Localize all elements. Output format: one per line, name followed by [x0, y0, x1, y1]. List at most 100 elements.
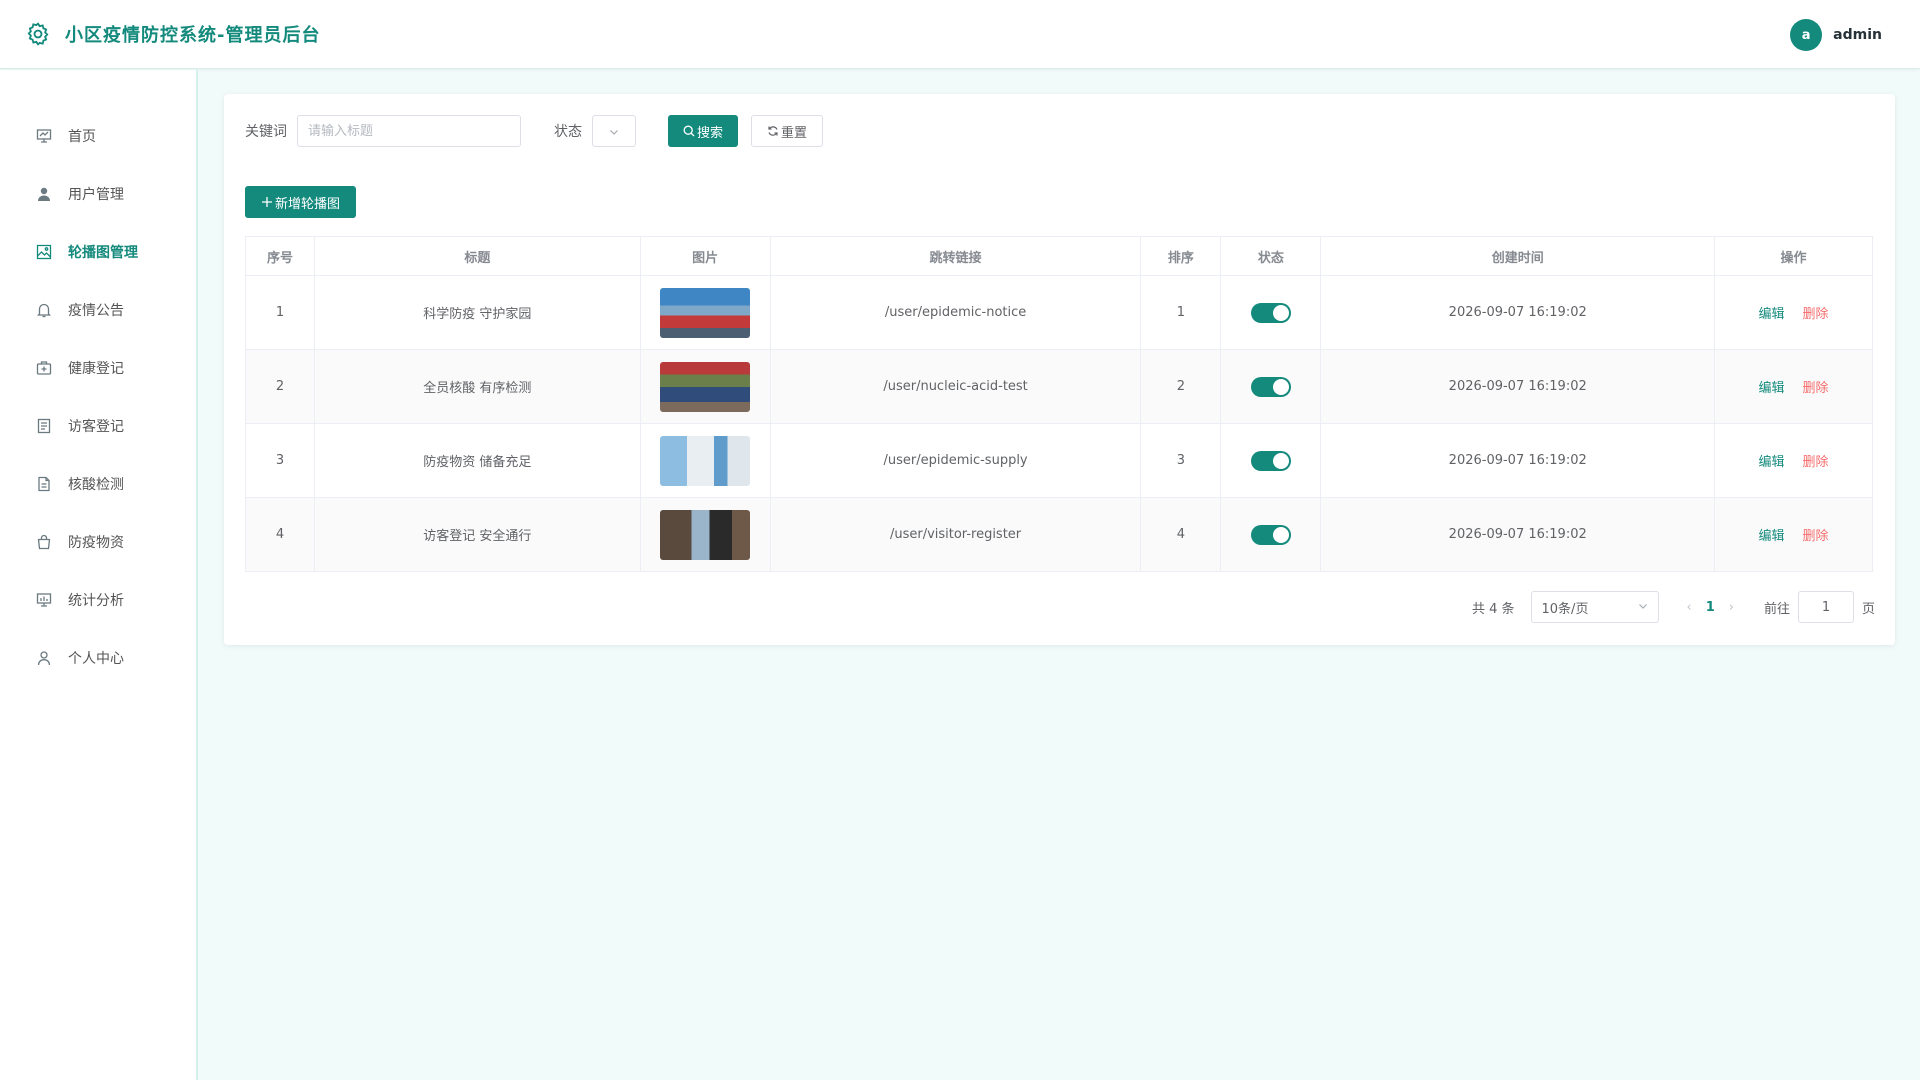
col-sort[interactable]: 排序	[1140, 236, 1222, 276]
col-title[interactable]: 标题	[314, 236, 641, 276]
col-image[interactable]: 图片	[640, 236, 771, 276]
sidebar-item-users[interactable]: 用户管理	[0, 174, 196, 214]
carousel-panel: 关键词 状态 搜索 重置 新增轮播图 序号	[224, 94, 1895, 645]
cell-image	[640, 349, 771, 424]
edit-button[interactable]: 编辑	[1759, 455, 1785, 470]
add-button-label: 新增轮播图	[275, 196, 341, 212]
cell-link: /user/visitor-register	[770, 497, 1142, 572]
table-header-row: 序号 标题 图片 跳转链接 排序 状态 创建时间 操作	[245, 236, 1873, 276]
cell-title: 科学防疫 守护家园	[314, 275, 641, 350]
cell-status	[1220, 275, 1322, 350]
image-icon	[35, 243, 53, 261]
person-icon	[35, 649, 53, 667]
cell-status	[1220, 423, 1322, 498]
goto-page-input[interactable]	[1797, 591, 1854, 623]
search-button-label: 搜索	[697, 125, 724, 141]
edit-button[interactable]: 编辑	[1759, 307, 1785, 322]
total-count: 共 4 条	[1471, 601, 1515, 617]
col-link[interactable]: 跳转链接	[770, 236, 1142, 276]
cell-sort: 3	[1140, 423, 1222, 498]
keyword-label: 关键词	[245, 124, 287, 140]
chevron-down-icon	[1638, 600, 1648, 615]
edit-button[interactable]: 编辑	[1759, 381, 1785, 396]
chevron-down-icon	[609, 122, 619, 141]
thumbnail-image[interactable]	[660, 287, 751, 338]
cell-created: 2026-09-07 16:19:02	[1320, 497, 1716, 572]
cell-title: 防疫物资 储备充足	[314, 423, 641, 498]
cell-link: /user/nucleic-acid-test	[770, 349, 1142, 424]
col-created[interactable]: 创建时间	[1320, 236, 1716, 276]
refresh-icon	[767, 125, 779, 137]
col-actions[interactable]: 操作	[1714, 236, 1873, 276]
thumbnail-image[interactable]	[660, 361, 751, 412]
cell-actions: 编辑 删除	[1714, 349, 1873, 424]
app-title: 小区疫情防控系统-管理员后台	[65, 25, 321, 46]
cell-index: 2	[245, 349, 315, 424]
cell-index: 4	[245, 497, 315, 572]
edit-button[interactable]: 编辑	[1759, 529, 1785, 544]
sidebar-item-notice[interactable]: 疫情公告	[0, 290, 196, 330]
cell-title: 访客登记 安全通行	[314, 497, 641, 572]
sidebar-item-stats[interactable]: 统计分析	[0, 580, 196, 620]
cell-created: 2026-09-07 16:19:02	[1320, 275, 1716, 350]
reset-button[interactable]: 重置	[751, 115, 824, 147]
sidebar-item-label: 防疫物资	[68, 535, 124, 551]
cell-sort: 1	[1140, 275, 1222, 350]
status-toggle[interactable]	[1250, 524, 1291, 545]
user-menu[interactable]: a admin	[1790, 19, 1882, 51]
search-button[interactable]: 搜索	[668, 115, 739, 147]
table-row: 3 防疫物资 储备充足 /user/epidemic-supply 3 2026…	[245, 423, 1873, 498]
keyword-input[interactable]	[297, 115, 521, 147]
username[interactable]: admin	[1833, 27, 1882, 43]
cell-sort: 2	[1140, 349, 1222, 424]
page-size-value: 10条/页	[1541, 601, 1589, 617]
sidebar-item-home[interactable]: 首页	[0, 116, 196, 156]
sidebar-item-label: 访客登记	[68, 419, 124, 435]
cell-index: 3	[245, 423, 315, 498]
user-icon	[35, 185, 53, 203]
cell-status	[1220, 349, 1322, 424]
thumbnail-image[interactable]	[660, 509, 751, 560]
cell-created: 2026-09-07 16:19:02	[1320, 349, 1716, 424]
prev-page-icon[interactable]: ‹	[1687, 600, 1692, 615]
status-toggle[interactable]	[1250, 450, 1291, 471]
page-number-current[interactable]: 1	[1706, 600, 1715, 615]
status-toggle[interactable]	[1250, 376, 1291, 397]
sidebar: 首页 用户管理 轮播图管理 疫情公告 健康登记 访客登记 核酸检测 防疫物资 统…	[0, 70, 198, 1080]
delete-button[interactable]: 删除	[1803, 455, 1829, 470]
sidebar-item-supply[interactable]: 防疫物资	[0, 522, 196, 562]
carousel-table: 序号 标题 图片 跳转链接 排序 状态 创建时间 操作 1 科学防疫 守护家园 …	[245, 236, 1873, 572]
cell-image	[640, 423, 771, 498]
cell-link: /user/epidemic-supply	[770, 423, 1142, 498]
cell-title: 全员核酸 有序检测	[314, 349, 641, 424]
table-row: 2 全员核酸 有序检测 /user/nucleic-acid-test 2 20…	[245, 349, 1873, 424]
sidebar-item-nucleic[interactable]: 核酸检测	[0, 464, 196, 504]
delete-button[interactable]: 删除	[1803, 529, 1829, 544]
sidebar-item-label: 个人中心	[68, 651, 124, 667]
gear-icon	[25, 21, 51, 47]
sidebar-item-label: 用户管理	[68, 187, 124, 203]
file-icon	[35, 475, 53, 493]
cell-actions: 编辑 删除	[1714, 497, 1873, 572]
sidebar-item-health[interactable]: 健康登记	[0, 348, 196, 388]
page-size-select[interactable]: 10条/页	[1530, 591, 1659, 623]
sidebar-item-visitor[interactable]: 访客登记	[0, 406, 196, 446]
delete-button[interactable]: 删除	[1803, 381, 1829, 396]
sidebar-item-carousel[interactable]: 轮播图管理	[0, 232, 196, 272]
delete-button[interactable]: 删除	[1803, 307, 1829, 322]
avatar[interactable]: a	[1790, 19, 1823, 51]
status-select[interactable]	[592, 115, 636, 147]
add-carousel-button[interactable]: 新增轮播图	[245, 186, 357, 218]
status-label: 状态	[554, 124, 582, 140]
status-toggle[interactable]	[1250, 302, 1291, 323]
cell-image	[640, 275, 771, 350]
search-icon	[683, 125, 695, 137]
col-index[interactable]: 序号	[245, 236, 315, 276]
next-page-icon[interactable]: ›	[1729, 600, 1734, 615]
top-header: 小区疫情防控系统-管理员后台 a admin	[0, 0, 1920, 69]
sidebar-item-profile[interactable]: 个人中心	[0, 638, 196, 678]
col-status[interactable]: 状态	[1220, 236, 1322, 276]
thumbnail-image[interactable]	[660, 435, 751, 486]
brand: 小区疫情防控系统-管理员后台	[25, 21, 320, 47]
cell-actions: 编辑 删除	[1714, 423, 1873, 498]
